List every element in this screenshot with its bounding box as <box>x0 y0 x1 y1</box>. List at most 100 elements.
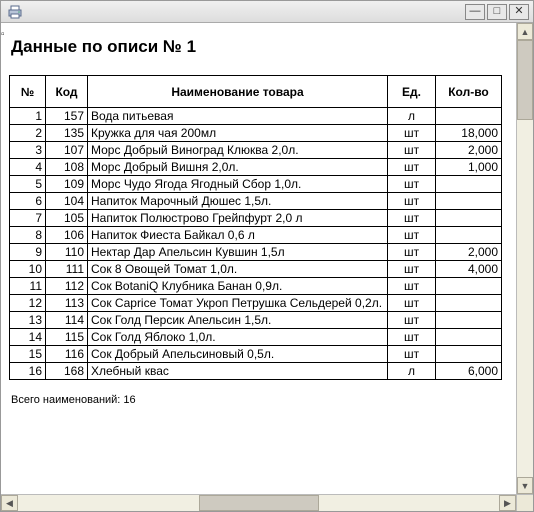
cell-name[interactable]: Морс Чудо Ягода Ягодный Сбор 1,0л. <box>88 176 388 193</box>
cell-num[interactable]: 2 <box>10 125 46 142</box>
cell-qty[interactable]: 2,000 <box>436 244 502 261</box>
vscroll-track[interactable] <box>517 40 533 477</box>
cell-qty[interactable] <box>436 193 502 210</box>
vscroll-thumb[interactable] <box>517 40 533 120</box>
cell-qty[interactable] <box>436 278 502 295</box>
table-row[interactable]: 7105Напиток Полюстрово Грейпфурт 2,0 лшт <box>10 210 502 227</box>
cell-qty[interactable] <box>436 108 502 125</box>
cell-code[interactable]: 110 <box>46 244 88 261</box>
vertical-scrollbar[interactable]: ▲ ▼ <box>516 23 533 494</box>
cell-qty[interactable]: 18,000 <box>436 125 502 142</box>
cell-num[interactable]: 10 <box>10 261 46 278</box>
cell-name[interactable]: Сок Caprice Томат Укроп Петрушка Сельдер… <box>88 295 388 312</box>
cell-qty[interactable] <box>436 346 502 363</box>
cell-qty[interactable]: 2,000 <box>436 142 502 159</box>
cell-unit[interactable]: шт <box>388 244 436 261</box>
scroll-left-button[interactable]: ◀ <box>1 495 18 511</box>
close-button[interactable]: ✕ <box>509 4 529 20</box>
minimize-button[interactable]: — <box>465 4 485 20</box>
cell-name[interactable]: Вода питьевая <box>88 108 388 125</box>
cell-qty[interactable] <box>436 227 502 244</box>
cell-name[interactable]: Нектар Дар Апельсин Кувшин 1,5л <box>88 244 388 261</box>
cell-unit[interactable]: шт <box>388 227 436 244</box>
cell-unit[interactable]: л <box>388 363 436 380</box>
cell-name[interactable]: Сок 8 Овощей Томат 1,0л. <box>88 261 388 278</box>
cell-code[interactable]: 168 <box>46 363 88 380</box>
cell-num[interactable]: 6 <box>10 193 46 210</box>
cell-num[interactable]: 1 <box>10 108 46 125</box>
cell-code[interactable]: 104 <box>46 193 88 210</box>
cell-num[interactable]: 7 <box>10 210 46 227</box>
cell-qty[interactable]: 6,000 <box>436 363 502 380</box>
table-row[interactable]: 5109Морс Чудо Ягода Ягодный Сбор 1,0л.шт <box>10 176 502 193</box>
cell-unit[interactable]: шт <box>388 210 436 227</box>
cell-name[interactable]: Напиток Фиеста Байкал 0,6 л <box>88 227 388 244</box>
table-row[interactable]: 11112Сок BotaniQ Клубника Банан 0,9л.шт <box>10 278 502 295</box>
cell-qty[interactable] <box>436 295 502 312</box>
hscroll-track[interactable] <box>18 495 499 511</box>
cell-code[interactable]: 114 <box>46 312 88 329</box>
cell-code[interactable]: 107 <box>46 142 88 159</box>
table-row[interactable]: 10111Сок 8 Овощей Томат 1,0л.шт4,000 <box>10 261 502 278</box>
cell-name[interactable]: Сок Голд Яблоко 1,0л. <box>88 329 388 346</box>
cell-num[interactable]: 12 <box>10 295 46 312</box>
table-row[interactable]: 13114Сок Голд Персик Апельсин 1,5л.шт <box>10 312 502 329</box>
cell-name[interactable]: Напиток Полюстрово Грейпфурт 2,0 л <box>88 210 388 227</box>
table-row[interactable]: 9110Нектар Дар Апельсин Кувшин 1,5лшт2,0… <box>10 244 502 261</box>
table-row[interactable]: 12113Сок Caprice Томат Укроп Петрушка Се… <box>10 295 502 312</box>
table-row[interactable]: 2135Кружка для чая 200млшт18,000 <box>10 125 502 142</box>
table-row[interactable]: 15116Сок Добрый Апельсиновый 0,5л.шт <box>10 346 502 363</box>
cell-num[interactable]: 13 <box>10 312 46 329</box>
cell-qty[interactable] <box>436 210 502 227</box>
cell-code[interactable]: 108 <box>46 159 88 176</box>
cell-unit[interactable]: шт <box>388 329 436 346</box>
cell-num[interactable]: 5 <box>10 176 46 193</box>
cell-unit[interactable]: шт <box>388 295 436 312</box>
cell-num[interactable]: 3 <box>10 142 46 159</box>
cell-name[interactable]: Сок Добрый Апельсиновый 0,5л. <box>88 346 388 363</box>
hscroll-thumb[interactable] <box>199 495 319 511</box>
cell-unit[interactable]: шт <box>388 159 436 176</box>
cell-name[interactable]: Напиток Марочный Дюшес 1,5л. <box>88 193 388 210</box>
cell-num[interactable]: 8 <box>10 227 46 244</box>
cell-unit[interactable]: шт <box>388 261 436 278</box>
cell-code[interactable]: 116 <box>46 346 88 363</box>
table-row[interactable]: 3107Морс Добрый Виноград Клюква 2,0л.шт2… <box>10 142 502 159</box>
cell-unit[interactable]: л <box>388 108 436 125</box>
cell-num[interactable]: 15 <box>10 346 46 363</box>
cell-code[interactable]: 111 <box>46 261 88 278</box>
cell-num[interactable]: 9 <box>10 244 46 261</box>
cell-unit[interactable]: шт <box>388 346 436 363</box>
scroll-down-button[interactable]: ▼ <box>517 477 533 494</box>
cell-num[interactable]: 14 <box>10 329 46 346</box>
cell-num[interactable]: 4 <box>10 159 46 176</box>
cell-unit[interactable]: шт <box>388 125 436 142</box>
cell-code[interactable]: 109 <box>46 176 88 193</box>
cell-code[interactable]: 135 <box>46 125 88 142</box>
cell-name[interactable]: Кружка для чая 200мл <box>88 125 388 142</box>
table-row[interactable]: 4108Морс Добрый Вишня 2,0л.шт1,000 <box>10 159 502 176</box>
cell-qty[interactable] <box>436 329 502 346</box>
table-row[interactable]: 6104Напиток Марочный Дюшес 1,5л.шт <box>10 193 502 210</box>
cell-code[interactable]: 105 <box>46 210 88 227</box>
table-row[interactable]: 14115Сок Голд Яблоко 1,0л.шт <box>10 329 502 346</box>
cell-qty[interactable] <box>436 312 502 329</box>
cell-code[interactable]: 106 <box>46 227 88 244</box>
cell-name[interactable]: Морс Добрый Вишня 2,0л. <box>88 159 388 176</box>
maximize-button[interactable]: □ <box>487 4 507 20</box>
cell-qty[interactable]: 1,000 <box>436 159 502 176</box>
cell-unit[interactable]: шт <box>388 176 436 193</box>
cell-unit[interactable]: шт <box>388 193 436 210</box>
horizontal-scrollbar[interactable]: ◀ ▶ <box>1 494 533 511</box>
cell-qty[interactable] <box>436 176 502 193</box>
table-row[interactable]: 1157Вода питьеваял <box>10 108 502 125</box>
cell-name[interactable]: Морс Добрый Виноград Клюква 2,0л. <box>88 142 388 159</box>
scroll-right-button[interactable]: ▶ <box>499 495 516 511</box>
cell-qty[interactable]: 4,000 <box>436 261 502 278</box>
cell-code[interactable]: 112 <box>46 278 88 295</box>
cell-name[interactable]: Хлебный квас <box>88 363 388 380</box>
cell-code[interactable]: 157 <box>46 108 88 125</box>
scroll-up-button[interactable]: ▲ <box>517 23 533 40</box>
cell-unit[interactable]: шт <box>388 142 436 159</box>
cell-num[interactable]: 16 <box>10 363 46 380</box>
